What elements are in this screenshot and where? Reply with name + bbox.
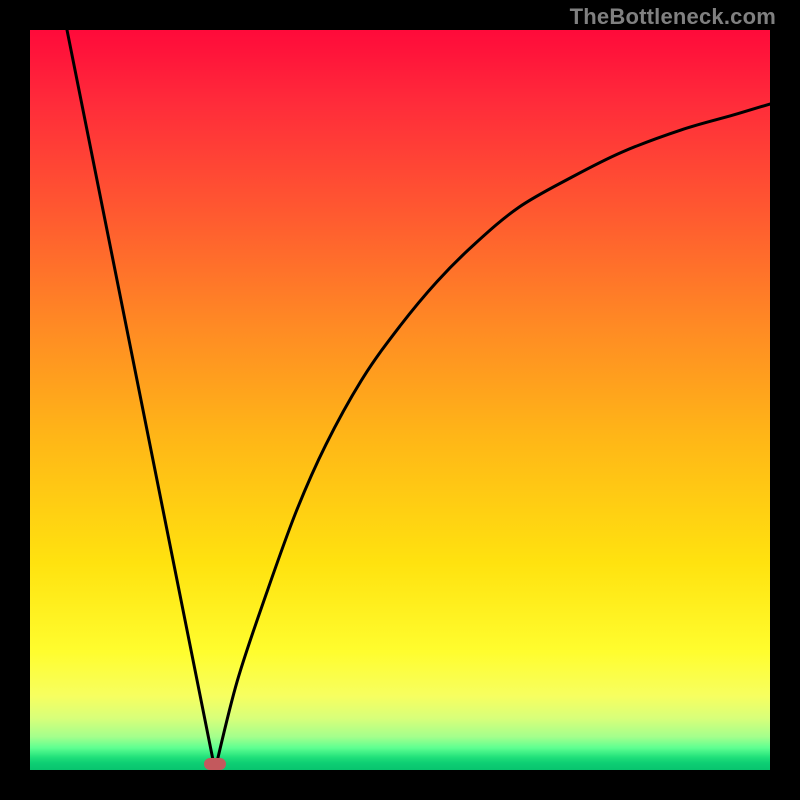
attribution-text: TheBottleneck.com bbox=[570, 4, 776, 30]
chart-frame: TheBottleneck.com bbox=[0, 0, 800, 800]
plot-area bbox=[30, 30, 770, 770]
bottleneck-curve bbox=[30, 30, 770, 770]
optimum-marker bbox=[204, 758, 226, 770]
